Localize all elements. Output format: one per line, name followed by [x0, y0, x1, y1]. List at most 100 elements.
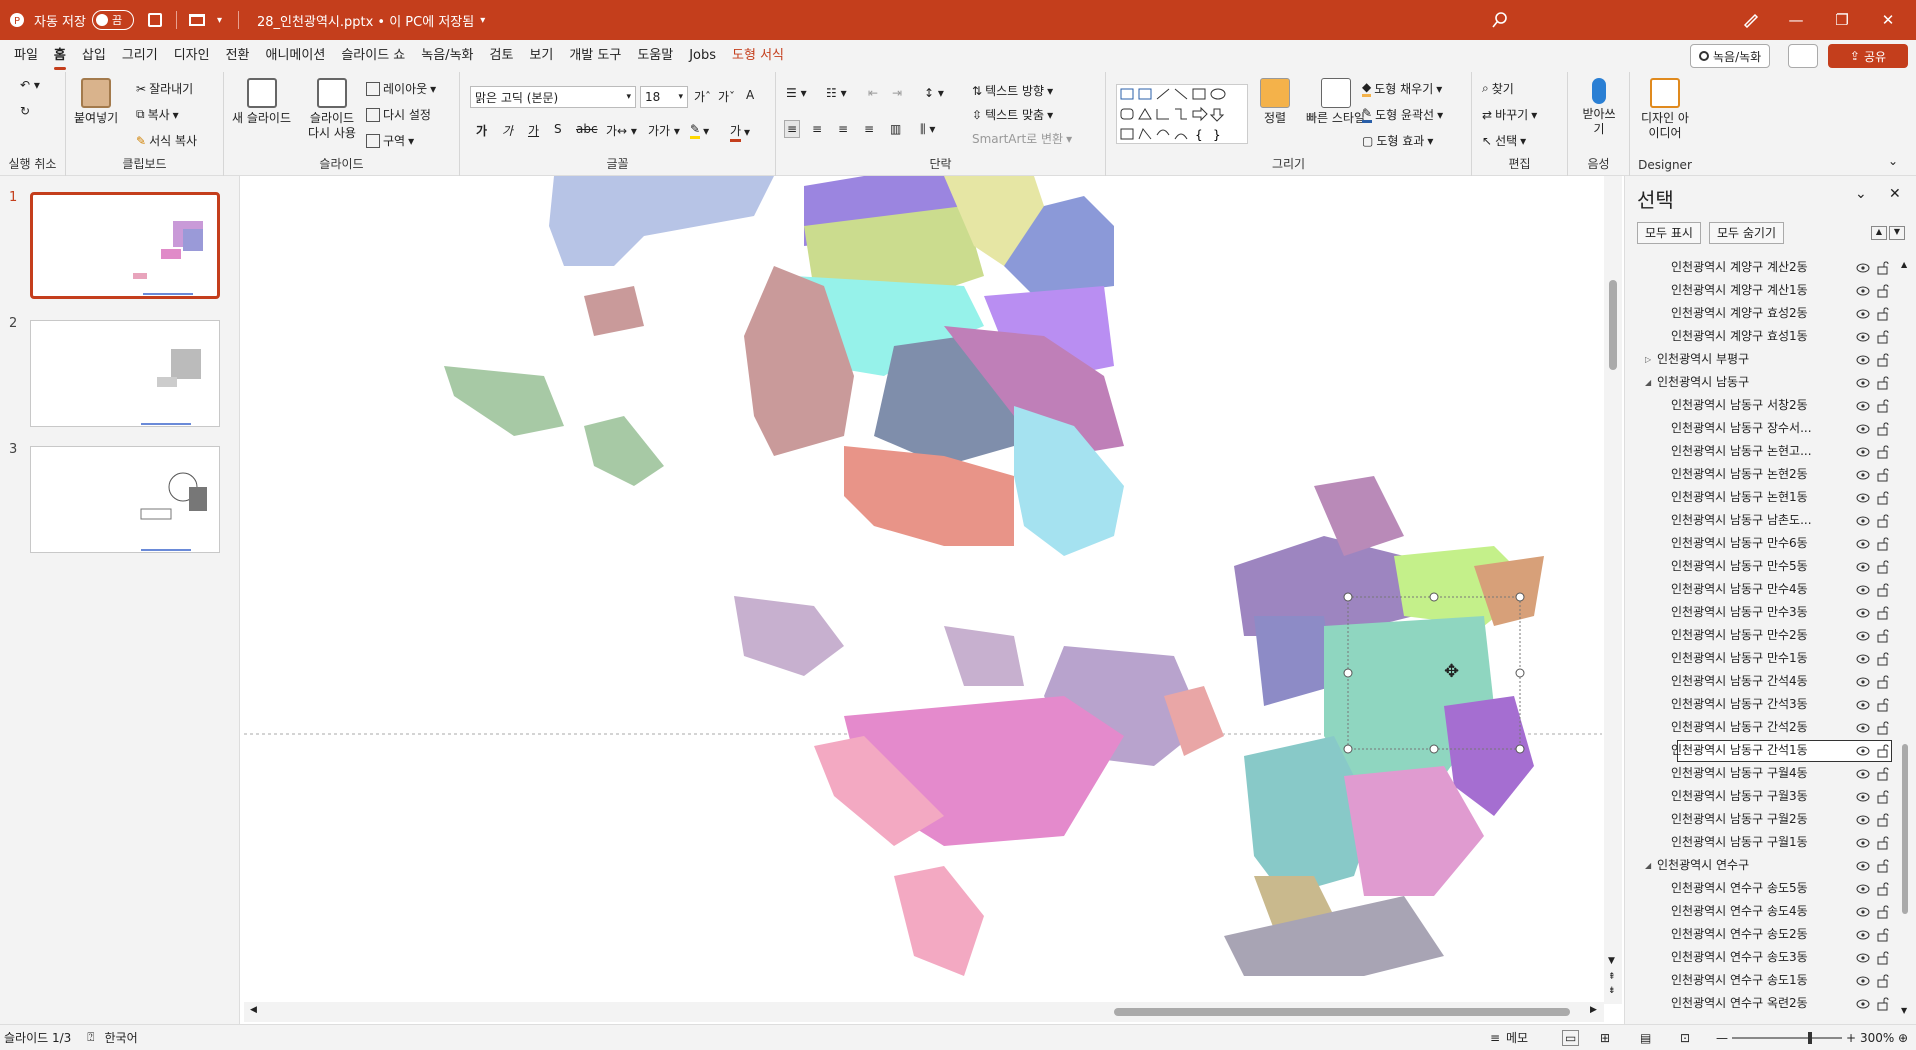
selection-item[interactable]: 인천광역시 남동구 구월2동: [1633, 808, 1903, 831]
visibility-eye-icon[interactable]: [1855, 444, 1871, 458]
shrink-font-icon[interactable]: 가ˇ: [718, 88, 735, 105]
visibility-eye-icon[interactable]: [1855, 398, 1871, 412]
visibility-eye-icon[interactable]: [1855, 306, 1871, 320]
horizontal-scrollbar[interactable]: ◀ ▶: [244, 1002, 1604, 1022]
font-size-select[interactable]: 18 ▾: [640, 86, 688, 108]
visibility-eye-icon[interactable]: [1855, 536, 1871, 550]
tab-shape-format[interactable]: 도형 서식: [724, 40, 792, 72]
selection-item[interactable]: 인천광역시 연수구 송도4동: [1633, 900, 1903, 923]
unlock-icon[interactable]: [1875, 697, 1891, 712]
record-button[interactable]: 녹음/녹화: [1690, 44, 1771, 68]
unlock-icon[interactable]: [1875, 881, 1891, 896]
reading-view-icon[interactable]: ▤: [1640, 1031, 1651, 1045]
selection-item[interactable]: 인천광역시 남동구 간석1동: [1633, 739, 1903, 762]
clear-format-icon[interactable]: A: [746, 88, 754, 102]
pane-scrollbar[interactable]: ▲ ▼: [1897, 256, 1913, 1024]
slide-thumbnail-2[interactable]: [30, 320, 220, 427]
unlock-icon[interactable]: [1875, 858, 1891, 873]
region-shape[interactable]: [944, 626, 1024, 686]
selection-item[interactable]: 인천광역시 남동구 만수6동: [1633, 532, 1903, 555]
selection-item[interactable]: 인천광역시 남동구 남촌도...: [1633, 509, 1903, 532]
region-shape[interactable]: [584, 286, 644, 336]
region-shape[interactable]: [444, 366, 564, 436]
find-button[interactable]: ⌕ 찾기: [1482, 80, 1514, 97]
align-left-icon[interactable]: ≡: [784, 120, 801, 138]
selection-item[interactable]: 인천광역시 남동구 만수4동: [1633, 578, 1903, 601]
selection-item[interactable]: 인천광역시 연수구 송도5동: [1633, 877, 1903, 900]
selection-item[interactable]: 인천광역시 남동구 만수5동: [1633, 555, 1903, 578]
incheon-map[interactable]: [244, 176, 1602, 1002]
collapse-ribbon-icon[interactable]: ⌄: [1888, 154, 1898, 168]
unlock-icon[interactable]: [1875, 513, 1891, 528]
selection-item[interactable]: 인천광역시 남동구 장수서...: [1633, 417, 1903, 440]
tab-review[interactable]: 검토: [482, 40, 522, 72]
save-icon[interactable]: [147, 13, 162, 27]
visibility-eye-icon[interactable]: [1855, 835, 1871, 849]
visibility-eye-icon[interactable]: [1855, 858, 1871, 872]
unlock-icon[interactable]: [1875, 720, 1891, 735]
selection-item[interactable]: 인천광역시 남동구 만수1동: [1633, 647, 1903, 670]
visibility-eye-icon[interactable]: [1855, 904, 1871, 918]
show-all-button[interactable]: 모두 표시: [1637, 222, 1701, 244]
selection-item[interactable]: 인천광역시 남동구 논현1동: [1633, 486, 1903, 509]
send-backward-icon[interactable]: ▼: [1889, 226, 1905, 240]
selection-item[interactable]: 인천광역시 연수구 송도1동: [1633, 969, 1903, 992]
visibility-eye-icon[interactable]: [1855, 950, 1871, 964]
slide-thumbnail-1[interactable]: [30, 192, 220, 299]
tab-jobs[interactable]: Jobs: [681, 40, 724, 72]
visibility-eye-icon[interactable]: [1855, 996, 1871, 1010]
zoom-slider-thumb[interactable]: [1808, 1032, 1812, 1044]
selection-item[interactable]: 인천광역시 남동구 구월4동: [1633, 762, 1903, 785]
unlock-icon[interactable]: [1875, 812, 1891, 827]
layout-button[interactable]: 레이아웃 ▾: [366, 80, 436, 97]
customize-qat-icon[interactable]: ▾: [217, 15, 222, 26]
align-center-icon[interactable]: ≡: [812, 122, 822, 136]
unlock-icon[interactable]: [1875, 950, 1891, 965]
pane-scroll-thumb[interactable]: [1902, 744, 1908, 914]
shape-outline-button[interactable]: ✎ 도형 윤곽선 ▾: [1362, 106, 1443, 123]
visibility-eye-icon[interactable]: [1855, 260, 1871, 274]
tab-developer[interactable]: 개발 도구: [561, 40, 629, 72]
scroll-thumb[interactable]: [1609, 280, 1617, 370]
tab-insert[interactable]: 삽입: [74, 40, 114, 72]
tab-record[interactable]: 녹음/녹화: [413, 40, 481, 72]
selection-item[interactable]: 인천광역시 남동구 구월1동: [1633, 831, 1903, 854]
selection-item[interactable]: 인천광역시 남동구 논현고...: [1633, 440, 1903, 463]
unlock-icon[interactable]: [1875, 444, 1891, 459]
distributed-icon[interactable]: ▥: [890, 122, 901, 136]
select-button[interactable]: ↖ 선택 ▾: [1482, 132, 1526, 149]
justify-icon[interactable]: ≡: [864, 122, 874, 136]
slide-thumbnail-3[interactable]: [30, 446, 220, 553]
selection-item[interactable]: 인천광역시 연수구 송도3동: [1633, 946, 1903, 969]
font-color-icon[interactable]: 가 ▾: [730, 122, 750, 142]
selection-item[interactable]: ◢ 인천광역시 연수구: [1633, 854, 1903, 877]
copy-button[interactable]: ⧉ 복사 ▾: [136, 106, 179, 123]
selection-item[interactable]: 인천광역시 계양구 효성2동: [1633, 302, 1903, 325]
selection-item[interactable]: 인천광역시 남동구 만수3동: [1633, 601, 1903, 624]
redo-icon[interactable]: ↻: [20, 104, 30, 118]
unlock-icon[interactable]: [1875, 605, 1891, 620]
change-case-icon[interactable]: 가가 ▾: [648, 122, 680, 139]
visibility-eye-icon[interactable]: [1855, 628, 1871, 642]
font-name-select[interactable]: 맑은 고딕 (본문) ▾: [470, 86, 636, 108]
unlock-icon[interactable]: [1875, 789, 1891, 804]
zoom-level[interactable]: 300%: [1860, 1031, 1894, 1045]
visibility-eye-icon[interactable]: [1855, 927, 1871, 941]
vertical-scrollbar[interactable]: ▼ ⇞ ⇟: [1604, 176, 1622, 1004]
zoom-in-icon[interactable]: +: [1846, 1031, 1856, 1045]
region-shape[interactable]: [734, 596, 844, 676]
scroll-down-icon[interactable]: ▼: [1608, 956, 1615, 966]
visibility-eye-icon[interactable]: [1855, 743, 1871, 757]
visibility-eye-icon[interactable]: [1855, 490, 1871, 504]
unlock-icon[interactable]: [1875, 743, 1891, 758]
notes-button[interactable]: 메모: [1506, 1029, 1528, 1046]
visibility-eye-icon[interactable]: [1855, 605, 1871, 619]
visibility-eye-icon[interactable]: [1855, 467, 1871, 481]
selection-item[interactable]: 인천광역시 남동구 만수2동: [1633, 624, 1903, 647]
visibility-eye-icon[interactable]: [1855, 766, 1871, 780]
normal-view-icon[interactable]: ▭: [1562, 1029, 1580, 1046]
unlock-icon[interactable]: [1875, 536, 1891, 551]
unlock-icon[interactable]: [1875, 490, 1891, 505]
region-shape[interactable]: [549, 176, 774, 266]
visibility-eye-icon[interactable]: [1855, 674, 1871, 688]
